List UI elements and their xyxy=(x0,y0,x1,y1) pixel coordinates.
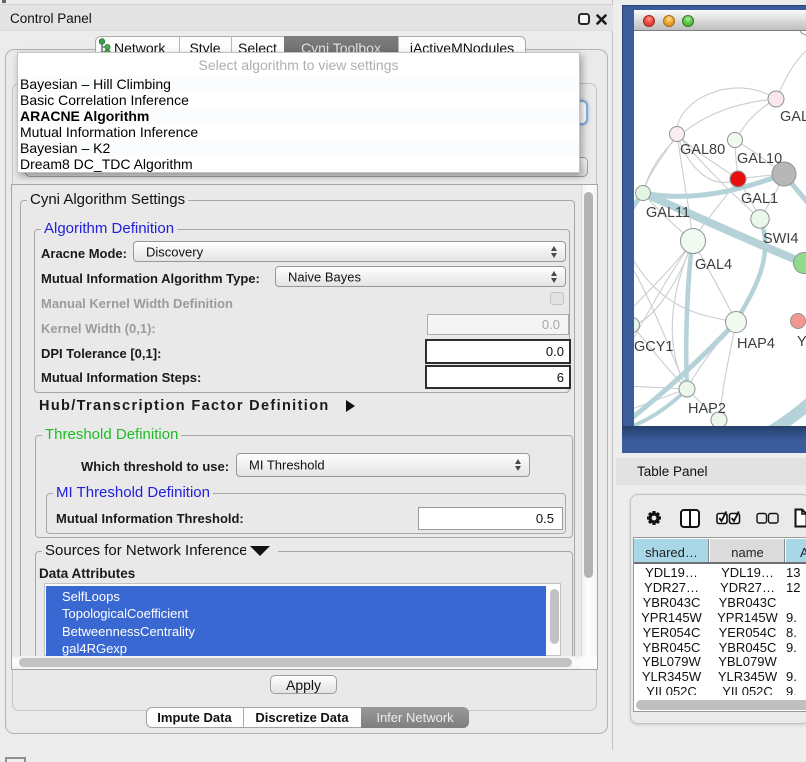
svg-text:GAL80: GAL80 xyxy=(680,142,725,158)
svg-text:GAL: GAL xyxy=(780,109,806,125)
svg-text:HAP2: HAP2 xyxy=(688,401,726,417)
svg-text:GAL1: GAL1 xyxy=(741,191,778,207)
svg-text:GAL11: GAL11 xyxy=(646,205,690,221)
svg-text:GAL10: GAL10 xyxy=(737,151,782,167)
svg-text:GCY1: GCY1 xyxy=(634,339,674,355)
svg-text:GAL4: GAL4 xyxy=(695,257,732,273)
svg-text:SWI4: SWI4 xyxy=(763,231,798,247)
svg-text:Y: Y xyxy=(797,334,806,350)
svg-text:HAP4: HAP4 xyxy=(737,336,775,352)
